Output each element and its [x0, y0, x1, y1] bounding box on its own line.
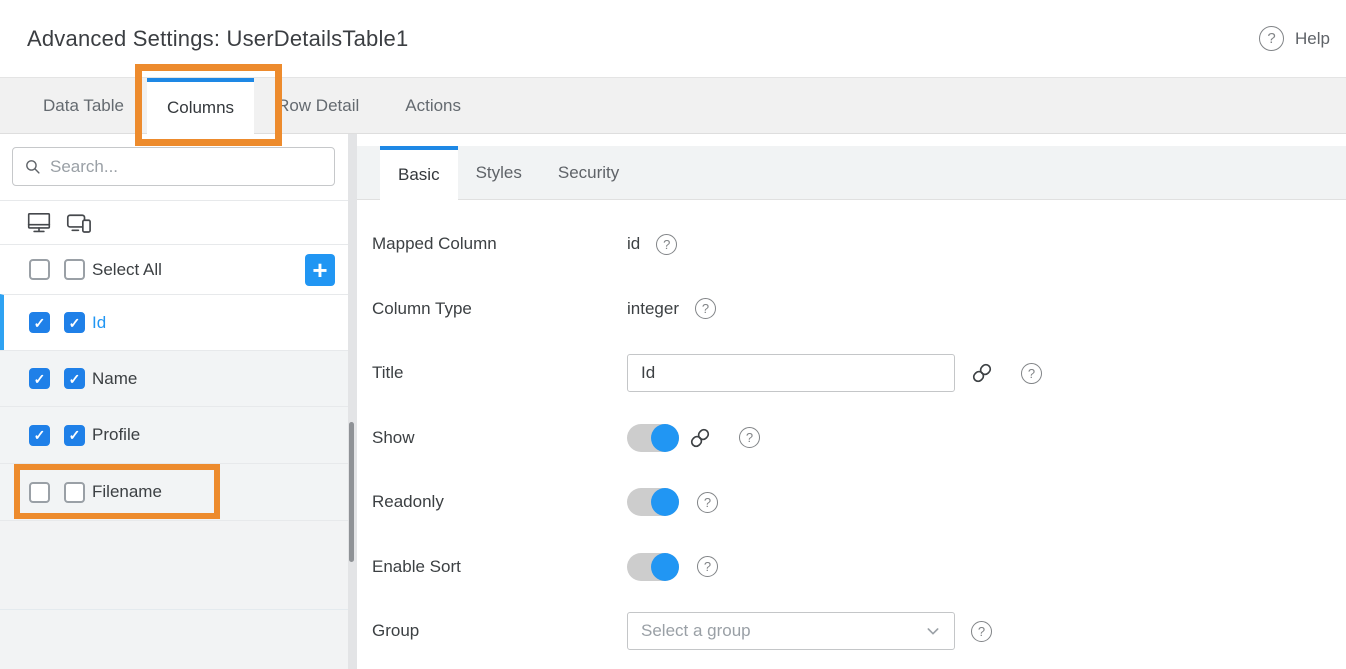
search-input[interactable] — [50, 157, 326, 177]
column-type-value: integer — [627, 299, 679, 319]
column-label: Id — [92, 313, 106, 333]
sidebar-scrollbar[interactable] — [348, 134, 357, 669]
tab-styles[interactable]: Styles — [458, 146, 540, 199]
readonly-label: Readonly — [372, 492, 627, 512]
tab-basic[interactable]: Basic — [380, 146, 458, 200]
help-label: Help — [1295, 29, 1330, 49]
mapped-column-value: id — [627, 234, 640, 254]
link-binding-icon[interactable] — [971, 362, 993, 384]
enable-sort-label: Enable Sort — [372, 557, 627, 577]
select-all-row: ✓ ✓ Select All + — [0, 244, 348, 294]
select-all-web-checkbox[interactable]: ✓ — [29, 259, 50, 280]
column-type-label: Column Type — [372, 299, 627, 319]
show-label: Show — [372, 428, 627, 448]
add-column-button[interactable]: + — [305, 254, 335, 286]
desktop-icon[interactable] — [26, 209, 52, 236]
devices-icon[interactable] — [65, 209, 94, 236]
title-row: Title ? — [357, 341, 1346, 406]
tab-columns[interactable]: Columns — [147, 78, 254, 134]
column-row-profile[interactable]: ✓ ✓ Profile — [0, 406, 348, 463]
id-web-checkbox[interactable]: ✓ — [29, 312, 50, 333]
content-area: ✓ ✓ Select All + ✓ ✓ Id ✓ ✓ Name ✓ ✓ Pro… — [0, 134, 1346, 669]
help-icon[interactable]: ? — [739, 427, 760, 448]
basic-settings-form: Mapped Column id ? Column Type integer ?… — [357, 200, 1346, 664]
column-type-row: Column Type integer ? — [357, 277, 1346, 342]
profile-web-checkbox[interactable]: ✓ — [29, 425, 50, 446]
column-label: Profile — [92, 425, 140, 445]
page-title: Advanced Settings: UserDetailsTable1 — [27, 26, 1259, 52]
group-select[interactable]: Select a group — [627, 612, 955, 650]
column-settings-panel: Basic Styles Security Mapped Column id ?… — [357, 134, 1346, 669]
filename-web-checkbox[interactable]: ✓ — [29, 482, 50, 503]
group-row: Group Select a group ? — [357, 599, 1346, 664]
chevron-down-icon — [925, 623, 941, 639]
enable-sort-row: Enable Sort ? — [357, 535, 1346, 600]
help-icon[interactable]: ? — [971, 621, 992, 642]
dialog-header: Advanced Settings: UserDetailsTable1 ? H… — [0, 0, 1346, 77]
profile-mobile-checkbox[interactable]: ✓ — [64, 425, 85, 446]
group-select-placeholder: Select a group — [641, 621, 751, 641]
mapped-column-row: Mapped Column id ? — [357, 212, 1346, 277]
tab-row-detail[interactable]: Row Detail — [254, 78, 382, 133]
select-all-mobile-checkbox[interactable]: ✓ — [64, 259, 85, 280]
mapped-column-label: Mapped Column — [372, 234, 627, 254]
show-row: Show ? — [357, 406, 1346, 471]
link-binding-icon[interactable] — [689, 427, 711, 449]
help-icon[interactable]: ? — [1021, 363, 1042, 384]
help-button[interactable]: ? Help — [1259, 26, 1330, 51]
tab-data-table[interactable]: Data Table — [20, 78, 147, 133]
column-row-id[interactable]: ✓ ✓ Id — [0, 294, 348, 350]
divider — [0, 609, 348, 610]
show-toggle[interactable] — [627, 424, 679, 452]
panel-tab-bar: Basic Styles Security — [357, 146, 1346, 200]
advanced-settings-dialog: Advanced Settings: UserDetailsTable1 ? H… — [0, 0, 1346, 669]
enable-sort-toggle[interactable] — [627, 553, 679, 581]
search-section — [0, 134, 348, 200]
title-input[interactable] — [627, 354, 955, 392]
help-icon[interactable]: ? — [656, 234, 677, 255]
id-mobile-checkbox[interactable]: ✓ — [64, 312, 85, 333]
search-box — [12, 147, 335, 186]
title-label: Title — [372, 363, 627, 383]
group-label: Group — [372, 621, 627, 641]
scrollbar-thumb[interactable] — [349, 422, 354, 562]
name-mobile-checkbox[interactable]: ✓ — [64, 368, 85, 389]
main-tab-bar: Data Table Columns Row Detail Actions — [0, 77, 1346, 134]
help-icon[interactable]: ? — [697, 492, 718, 513]
columns-sidebar: ✓ ✓ Select All + ✓ ✓ Id ✓ ✓ Name ✓ ✓ Pro… — [0, 134, 348, 669]
tab-actions[interactable]: Actions — [382, 78, 484, 133]
tab-security[interactable]: Security — [540, 146, 637, 199]
readonly-toggle[interactable] — [627, 488, 679, 516]
column-row-name[interactable]: ✓ ✓ Name — [0, 350, 348, 406]
column-label: Name — [92, 369, 137, 389]
readonly-row: Readonly ? — [357, 470, 1346, 535]
help-icon[interactable]: ? — [695, 298, 716, 319]
name-web-checkbox[interactable]: ✓ — [29, 368, 50, 389]
help-icon[interactable]: ? — [697, 556, 718, 577]
column-row-filename[interactable]: ✓ ✓ Filename — [0, 463, 348, 520]
device-visibility-row — [0, 200, 348, 244]
column-label: Filename — [92, 482, 162, 502]
select-all-label: Select All — [92, 260, 162, 280]
search-icon — [24, 158, 41, 175]
sidebar-empty-area — [0, 520, 348, 669]
help-icon: ? — [1259, 26, 1284, 51]
filename-mobile-checkbox[interactable]: ✓ — [64, 482, 85, 503]
